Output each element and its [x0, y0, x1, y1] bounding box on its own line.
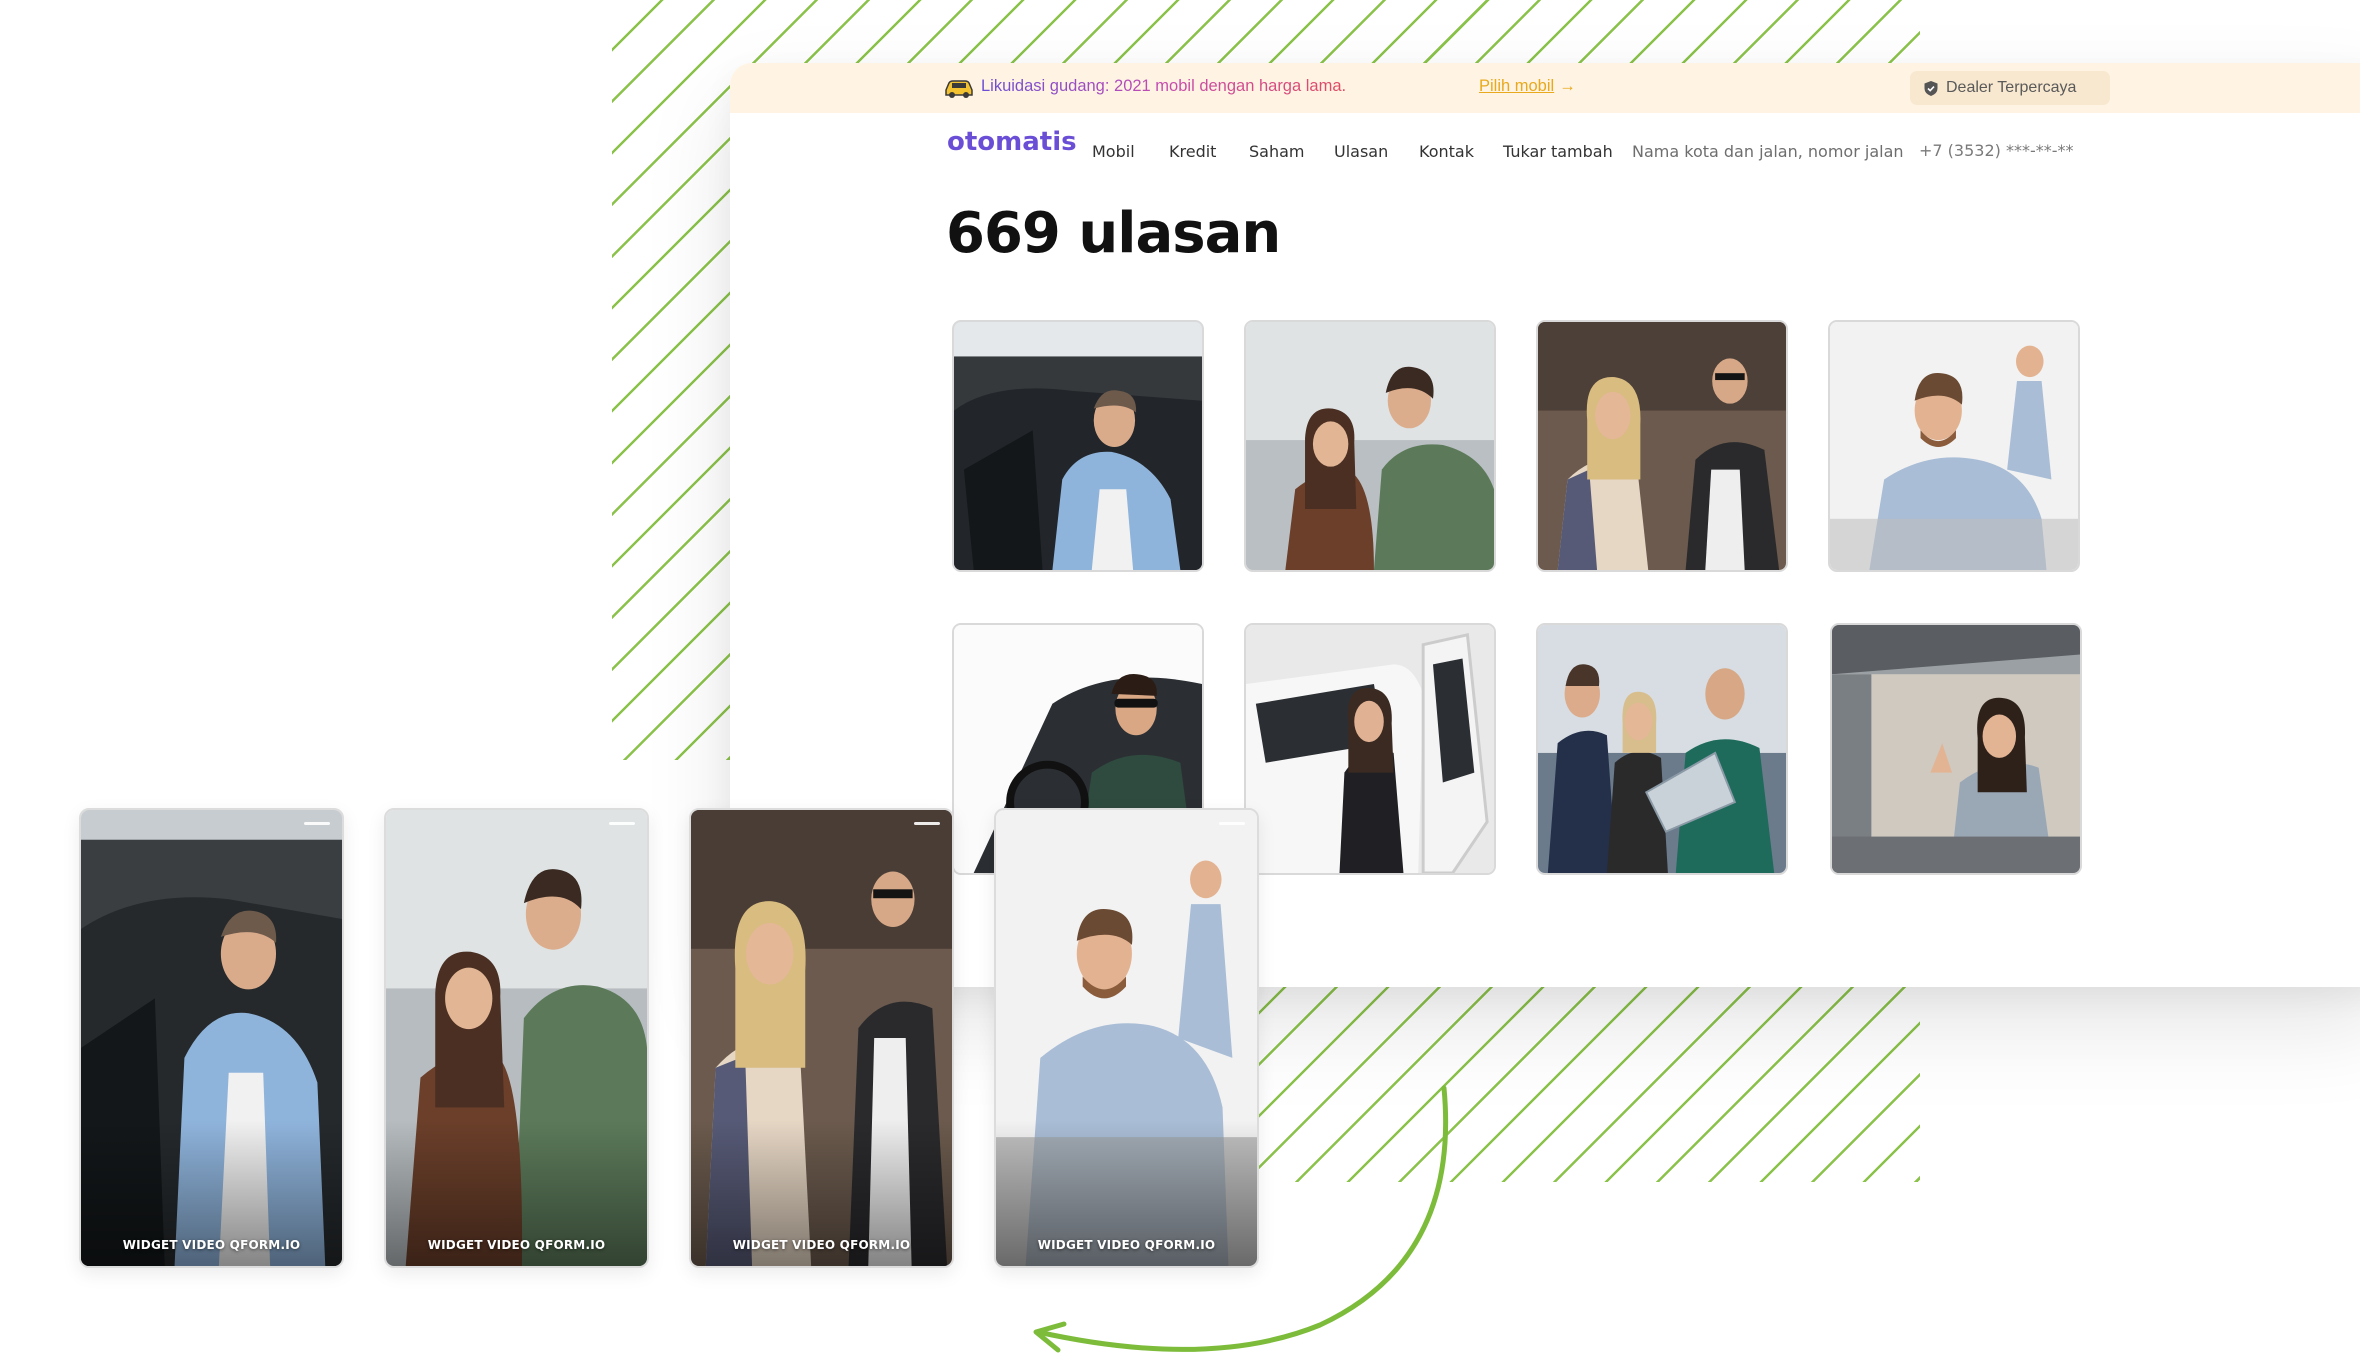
promo-bar: Likuidasi gudang: 2021 mobil dengan harg… [730, 63, 2360, 113]
nav-item-kontak[interactable]: Kontak [1419, 142, 1474, 161]
trusted-dealer-label: Dealer Terpercaya [1946, 79, 2077, 96]
page-title: 669 ulasan [946, 201, 1281, 266]
phone-status-bar [304, 822, 330, 825]
review-photo [1832, 625, 2080, 873]
trusted-dealer-badge: Dealer Terpercaya [1910, 71, 2110, 105]
arrow-right-icon: → [1559, 77, 1576, 95]
phone-status-bar [914, 822, 940, 825]
video-widget-card[interactable]: WIDGET VIDEO QFORM.IO [689, 808, 954, 1268]
video-widget-caption: WIDGET VIDEO QFORM.IO [122, 1238, 301, 1252]
review-card[interactable] [1536, 623, 1788, 875]
video-widget-card[interactable]: WIDGET VIDEO QFORM.IO [79, 808, 344, 1268]
nav-item-ulasan[interactable]: Ulasan [1334, 142, 1388, 161]
review-card[interactable] [1536, 320, 1788, 572]
phone-status-bar [1219, 822, 1245, 825]
video-widget-card[interactable]: WIDGET VIDEO QFORM.IO [384, 808, 649, 1268]
curved-arrow-icon [1033, 1085, 1449, 1353]
choose-car-link-label[interactable]: Pilih mobil [1479, 77, 1554, 95]
nav-item-kredit[interactable]: Kredit [1169, 142, 1216, 161]
shield-icon [1924, 81, 1938, 96]
car-icon [945, 80, 973, 98]
review-card[interactable] [1244, 623, 1496, 875]
nav-item-tukar-tambah[interactable]: Tukar tambah [1503, 142, 1613, 161]
phone-status-bar [609, 822, 635, 825]
nav-item-mobil[interactable]: Mobil [1092, 142, 1135, 161]
video-widget-caption: WIDGET VIDEO QFORM.IO [427, 1238, 606, 1252]
review-photo [1246, 625, 1494, 873]
review-card[interactable] [1244, 320, 1496, 572]
review-photo [954, 322, 1202, 570]
nav-item-saham[interactable]: Saham [1249, 142, 1305, 161]
review-card[interactable] [1828, 320, 2080, 572]
website-screenshot: Likuidasi gudang: 2021 mobil dengan harg… [730, 63, 2360, 987]
review-card[interactable] [952, 320, 1204, 572]
promo-text: Likuidasi gudang: 2021 mobil dengan harg… [981, 77, 1347, 95]
dealer-address: Nama kota dan jalan, nomor jalan [1632, 142, 1904, 161]
video-widget-caption: WIDGET VIDEO QFORM.IO [732, 1238, 911, 1252]
review-card[interactable] [1830, 623, 2082, 875]
review-photo [1246, 322, 1494, 570]
choose-car-link[interactable]: Pilih mobil → [1479, 77, 1576, 96]
review-photo [1538, 322, 1786, 570]
site-logo[interactable]: otomatis [947, 127, 1077, 157]
review-photo [1538, 625, 1786, 873]
phone-number[interactable]: +7 (3532) ***-**-** [1919, 141, 2074, 160]
review-photo [1830, 322, 2078, 570]
